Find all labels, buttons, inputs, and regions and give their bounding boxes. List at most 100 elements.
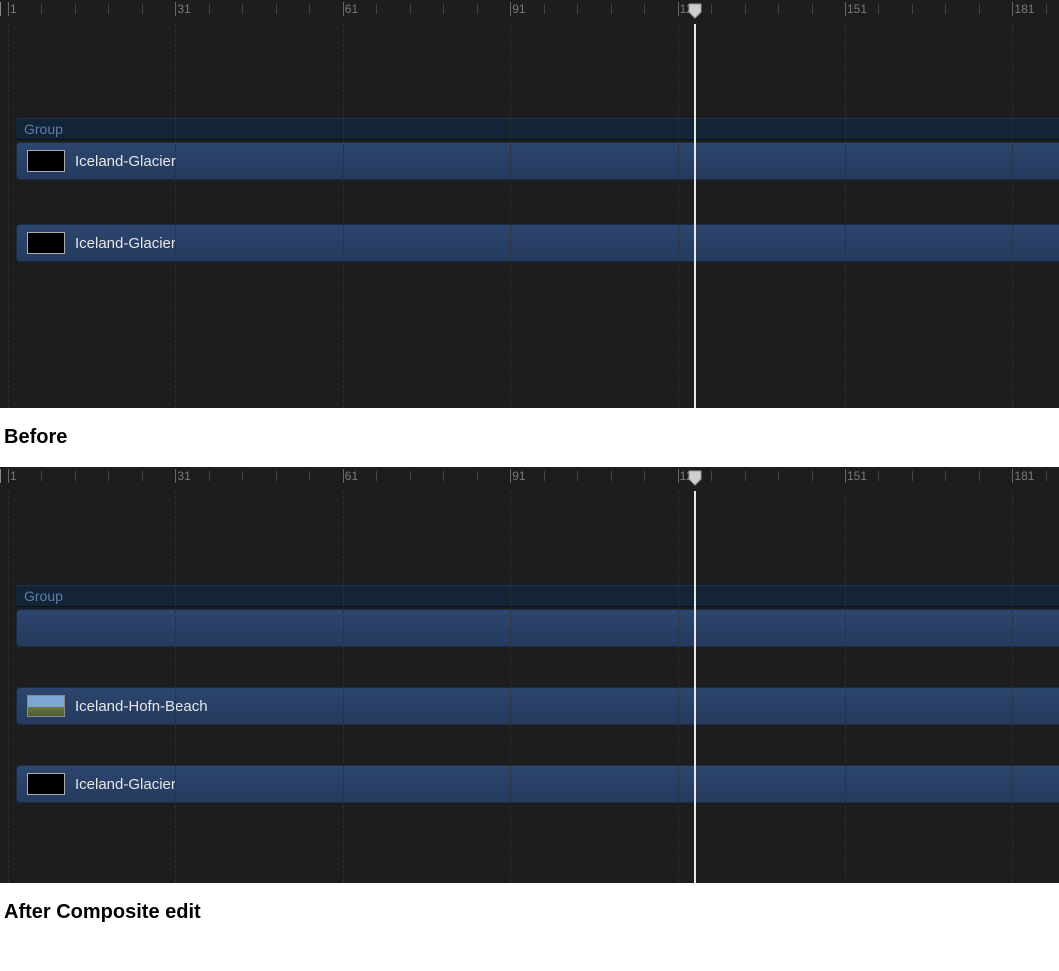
timeline-after: 1316191121151181 Group Iceland-Hofn-Beac… — [0, 467, 1059, 883]
ruler-tick-minor — [577, 471, 578, 481]
ruler-label: 1 — [10, 2, 17, 16]
ruler-tick-major — [510, 469, 511, 483]
ruler-tick-minor — [443, 4, 444, 14]
ruler-tick-major — [678, 2, 679, 16]
ruler-tick-minor — [945, 4, 946, 14]
ruler-label: 91 — [512, 469, 525, 483]
ruler-tick-minor — [711, 4, 712, 14]
ruler-tick-minor — [878, 471, 879, 481]
caption-before: Before — [4, 426, 1059, 449]
ruler-label: 151 — [847, 469, 867, 483]
timeline-gridline — [343, 491, 344, 883]
ruler-tick-minor — [611, 4, 612, 14]
clip-thumbnail — [27, 150, 65, 172]
timeline-gridline — [8, 491, 9, 883]
timeline-start-marker — [0, 469, 1, 483]
ruler[interactable]: 1316191121151181 — [0, 467, 1059, 491]
clip[interactable]: Iceland-Glacier — [16, 142, 1059, 180]
ruler-tick-minor — [209, 471, 210, 481]
ruler-tick-minor — [1046, 4, 1047, 14]
timeline-gridline — [175, 491, 176, 883]
ruler-tick-minor — [75, 4, 76, 14]
group-header[interactable]: Group — [16, 118, 1059, 140]
ruler-tick-minor — [912, 471, 913, 481]
clip-label: Iceland-Hofn-Beach — [75, 698, 208, 715]
playhead[interactable] — [694, 24, 696, 408]
ruler-tick-minor — [778, 4, 779, 14]
ruler-tick-major — [845, 469, 846, 483]
ruler-label: 61 — [345, 469, 358, 483]
ruler-tick-major — [678, 469, 679, 483]
timeline-gridline — [678, 24, 679, 408]
ruler-tick-major — [175, 469, 176, 483]
ruler-tick-minor — [41, 471, 42, 481]
timeline-gridline — [845, 491, 846, 883]
ruler-tick-minor — [242, 471, 243, 481]
ruler-tick-minor — [309, 4, 310, 14]
ruler-tick-major — [343, 469, 344, 483]
playhead-handle[interactable] — [688, 3, 702, 17]
ruler-tick-minor — [544, 471, 545, 481]
ruler-label: 181 — [1014, 469, 1034, 483]
clip[interactable]: Iceland-Glacier — [16, 224, 1059, 262]
playhead[interactable] — [694, 491, 696, 883]
ruler-label: 91 — [512, 2, 525, 16]
clip-thumbnail — [27, 232, 65, 254]
ruler-tick-major — [1012, 2, 1013, 16]
ruler-tick-minor — [477, 4, 478, 14]
timeline-start-marker — [0, 2, 1, 16]
ruler-tick-major — [845, 2, 846, 16]
group-header[interactable]: Group — [16, 585, 1059, 607]
ruler-tick-minor — [242, 4, 243, 14]
clip[interactable]: Iceland-Hofn-Beach — [16, 687, 1059, 725]
playhead-handle[interactable] — [688, 470, 702, 484]
ruler-tick-minor — [611, 471, 612, 481]
clip-thumbnail — [27, 773, 65, 795]
ruler-tick-minor — [276, 471, 277, 481]
ruler-tick-minor — [108, 471, 109, 481]
timeline-body[interactable]: Group Iceland-Glacier Iceland-Glacier — [0, 24, 1059, 408]
ruler-tick-minor — [544, 4, 545, 14]
ruler-tick-major — [8, 2, 9, 16]
clip-label: Iceland-Glacier — [75, 776, 176, 793]
clip[interactable] — [16, 609, 1059, 647]
ruler-label: 31 — [177, 469, 190, 483]
ruler-tick-minor — [778, 471, 779, 481]
ruler-tick-minor — [410, 4, 411, 14]
clip-label: Iceland-Glacier — [75, 153, 176, 170]
ruler-tick-minor — [41, 4, 42, 14]
ruler[interactable]: 1316191121151181 — [0, 0, 1059, 24]
timeline-before: 1316191121151181 Group Iceland-Glacier I… — [0, 0, 1059, 408]
ruler-tick-minor — [477, 471, 478, 481]
ruler-tick-minor — [142, 4, 143, 14]
ruler-tick-minor — [644, 4, 645, 14]
clip[interactable]: Iceland-Glacier — [16, 765, 1059, 803]
ruler-label: 1 — [10, 469, 17, 483]
timeline-gridline — [175, 24, 176, 408]
ruler-tick-minor — [979, 471, 980, 481]
ruler-tick-minor — [443, 471, 444, 481]
ruler-tick-minor — [376, 4, 377, 14]
ruler-tick-major — [175, 2, 176, 16]
ruler-tick-major — [1012, 469, 1013, 483]
ruler-tick-minor — [812, 4, 813, 14]
ruler-tick-minor — [812, 471, 813, 481]
timeline-gridline — [845, 24, 846, 408]
timeline-body[interactable]: Group Iceland-Hofn-Beach Iceland-Glacier — [0, 491, 1059, 883]
timeline-gridline — [8, 24, 9, 408]
ruler-tick-minor — [577, 4, 578, 14]
ruler-tick-minor — [309, 471, 310, 481]
caption-after: After Composite edit — [4, 901, 1059, 924]
ruler-tick-minor — [276, 4, 277, 14]
ruler-tick-minor — [376, 471, 377, 481]
ruler-tick-minor — [878, 4, 879, 14]
ruler-tick-minor — [945, 471, 946, 481]
ruler-tick-minor — [142, 471, 143, 481]
ruler-label: 61 — [345, 2, 358, 16]
clip-thumbnail — [27, 695, 65, 717]
ruler-tick-minor — [1046, 471, 1047, 481]
ruler-label: 151 — [847, 2, 867, 16]
ruler-tick-major — [510, 2, 511, 16]
ruler-tick-minor — [644, 471, 645, 481]
clip-label: Iceland-Glacier — [75, 235, 176, 252]
